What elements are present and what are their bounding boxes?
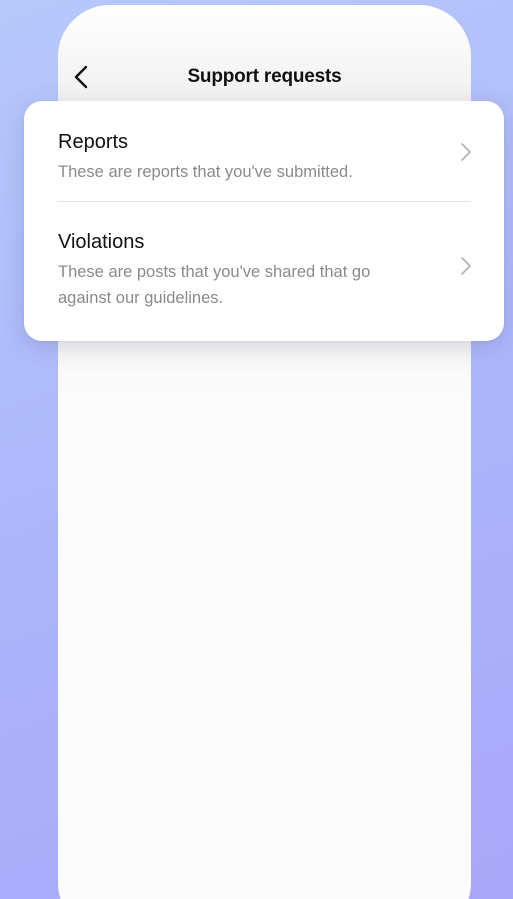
support-requests-card: Reports These are reports that you've su… — [24, 101, 504, 341]
page-title: Support requests — [187, 66, 342, 87]
reports-item[interactable]: Reports These are reports that you've su… — [24, 101, 504, 201]
chevron-right-icon — [461, 257, 471, 275]
violations-item[interactable]: Violations These are posts that you've s… — [24, 202, 504, 341]
reports-title: Reports — [58, 131, 129, 153]
violations-title: Violations — [58, 231, 145, 253]
reports-description: These are reports that you've submitted. — [58, 163, 353, 181]
chevron-right-icon — [461, 143, 471, 161]
violations-description: These are posts that you've shared that … — [58, 263, 371, 307]
navigation-bar: Support requests — [58, 55, 471, 99]
